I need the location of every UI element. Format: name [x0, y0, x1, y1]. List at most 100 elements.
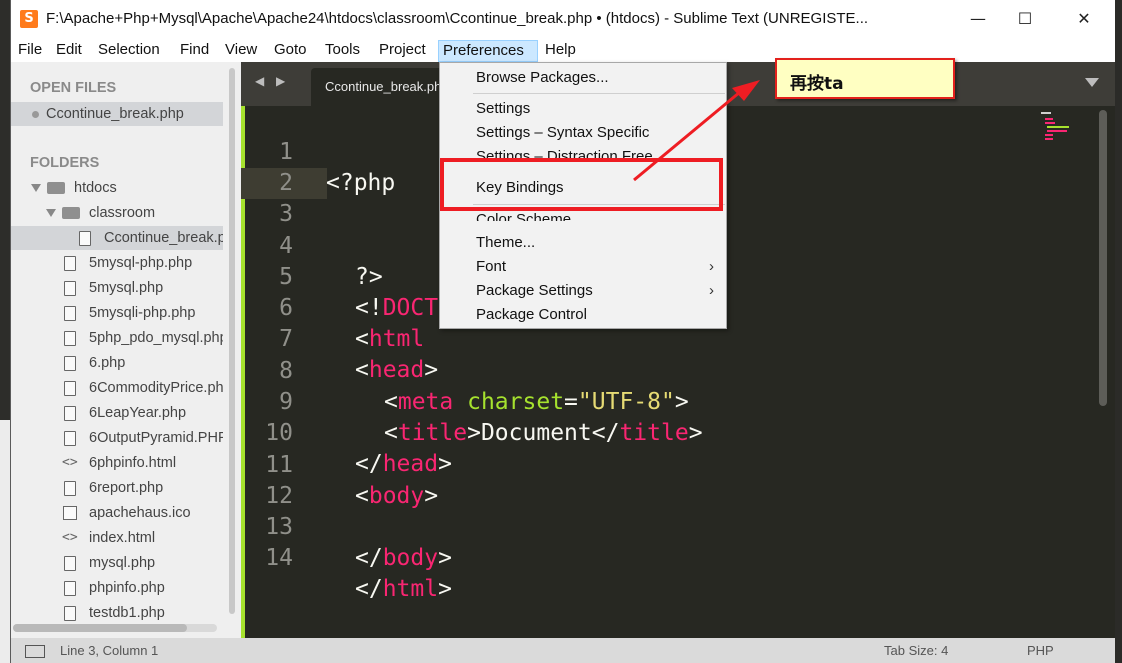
menu-item-font[interactable]: Font [476, 255, 506, 279]
menu-item-browse-packages[interactable]: Browse Packages... [476, 66, 609, 90]
sidebar-horizontal-scrollbar[interactable] [13, 624, 217, 632]
file-label: 5mysqli-php.php [89, 305, 196, 321]
menu-item-package-settings[interactable]: Package Settings [476, 279, 593, 303]
submenu-arrow-icon: › [709, 282, 714, 299]
syntax-mode[interactable]: PHP [1027, 643, 1054, 658]
file-item[interactable]: 5mysql.php [11, 276, 223, 300]
file-label: 6.php [89, 355, 126, 371]
open-file-item[interactable]: Ccontinue_break.php [11, 102, 223, 126]
file-label: index.html [89, 530, 156, 546]
file-item[interactable]: 5mysql-php.php [11, 251, 223, 275]
file-label: 5mysql.php [89, 280, 164, 296]
menu-item-settings[interactable]: Settings [476, 97, 530, 121]
menu-edit[interactable]: Edit [52, 40, 86, 62]
minimap-line [1045, 122, 1055, 124]
code-punct: </ [355, 545, 383, 571]
code-line: 13 </body> [241, 481, 1101, 571]
tab-dropdown-icon[interactable] [1085, 78, 1099, 87]
file-item[interactable]: <> index.html [11, 526, 223, 550]
file-item[interactable]: phpinfo.php [11, 576, 223, 600]
folder-classroom[interactable]: classroom [11, 201, 223, 225]
title-bar: S F:\Apache+Php+Mysql\Apache\Apache24\ht… [11, 0, 1115, 38]
code-file-icon: <> [62, 530, 78, 545]
menu-item-theme[interactable]: Theme... [476, 231, 535, 255]
tab-nav-arrows[interactable]: ◀ ▶ [255, 74, 289, 88]
file-item[interactable]: 6.php [11, 351, 223, 375]
file-label: 6report.php [89, 480, 164, 496]
code-punct: </ [355, 576, 383, 602]
code-line: 9 <title>Document</title> [241, 356, 1101, 446]
menu-preferences[interactable]: Preferences [438, 40, 538, 62]
menu-item-settings-syntax-specific[interactable]: Settings – Syntax Specific [476, 121, 649, 145]
folders-heading: FOLDERS [30, 155, 100, 171]
file-icon [64, 381, 76, 396]
file-label: 6OutputPyramid.PHP [89, 430, 223, 446]
file-icon [64, 256, 76, 271]
sidebar: OPEN FILES Ccontinue_break.php FOLDERS h… [11, 62, 241, 638]
panel-toggle-icon[interactable] [25, 645, 45, 658]
tab-size[interactable]: Tab Size: 4 [884, 643, 948, 658]
folder-icon [47, 182, 65, 194]
menu-item-settings-distraction-free[interactable]: Settings – Distraction Free [476, 145, 653, 158]
open-files-heading: OPEN FILES [30, 80, 117, 96]
minimize-button[interactable]: — [965, 6, 991, 32]
window-title: F:\Apache+Php+Mysql\Apache\Apache24\htdo… [46, 10, 869, 27]
folder-htdocs[interactable]: htdocs [11, 176, 223, 200]
minimap[interactable] [1041, 112, 1081, 152]
menu-item-package-control[interactable]: Package Control [476, 303, 587, 327]
file-item[interactable]: mysql.php [11, 551, 223, 575]
close-button[interactable]: ✕ [1071, 6, 1097, 32]
file-icon [64, 481, 76, 496]
file-label: Ccontinue_break.php [104, 230, 223, 246]
sublime-logo-icon: S [20, 10, 38, 28]
code-punct: > [438, 545, 452, 571]
menu-project[interactable]: Project [375, 40, 430, 62]
tab-label: Ccontinue_break.php [325, 79, 449, 94]
status-bar: Line 3, Column 1 Tab Size: 4 PHP [11, 638, 1115, 663]
file-item[interactable]: 5mysqli-php.php [11, 301, 223, 325]
code-line: 8 <meta charset="UTF-8"> [241, 325, 1101, 415]
background-window-panel [0, 420, 10, 663]
minimap-line [1041, 112, 1051, 114]
file-item[interactable]: 6CommodityPrice.php [11, 376, 223, 400]
file-item[interactable]: <> 6phpinfo.html [11, 451, 223, 475]
file-item-selected[interactable]: Ccontinue_break.php [11, 226, 223, 250]
menu-tools[interactable]: Tools [321, 40, 364, 62]
menu-selection[interactable]: Selection [94, 40, 164, 62]
minimap-line [1045, 118, 1053, 120]
file-icon [64, 356, 76, 371]
menu-help[interactable]: Help [541, 40, 580, 62]
code-tag: body [382, 545, 439, 571]
file-icon [64, 581, 76, 596]
sidebar-vertical-scrollbar[interactable] [229, 68, 235, 614]
file-item[interactable]: 6LeapYear.php [11, 401, 223, 425]
menu-view[interactable]: View [221, 40, 261, 62]
menu-separator [473, 93, 725, 94]
cursor-position: Line 3, Column 1 [60, 643, 159, 658]
scrollbar-thumb[interactable] [13, 624, 187, 632]
submenu-arrow-icon: › [709, 258, 714, 275]
menu-find[interactable]: Find [176, 40, 213, 62]
file-item[interactable]: 6report.php [11, 476, 223, 500]
file-label: 6CommodityPrice.php [89, 380, 223, 396]
open-file-label: Ccontinue_break.php [46, 106, 184, 122]
file-item[interactable]: testdb1.php [11, 601, 223, 625]
file-label: 6LeapYear.php [89, 405, 187, 421]
minimap-line [1045, 138, 1053, 140]
menu-goto[interactable]: Goto [270, 40, 311, 62]
sublime-window: S F:\Apache+Php+Mysql\Apache\Apache24\ht… [10, 0, 1115, 663]
file-icon [64, 406, 76, 421]
code-line: 14 </html> [241, 512, 1101, 602]
unsaved-dot-icon [32, 111, 39, 118]
editor-scrollbar[interactable] [1099, 110, 1107, 406]
menu-file[interactable]: File [14, 40, 46, 62]
background-window-strip [0, 0, 10, 663]
maximize-button[interactable]: ☐ [1012, 6, 1038, 32]
file-label: 5php_pdo_mysql.php [89, 330, 223, 346]
folder-label: htdocs [74, 180, 117, 196]
file-item[interactable]: 6OutputPyramid.PHP [11, 426, 223, 450]
code-punct: > [438, 576, 452, 602]
file-item[interactable]: 5php_pdo_mysql.php [11, 326, 223, 350]
file-item[interactable]: apachehaus.ico [11, 501, 223, 525]
file-icon [64, 606, 76, 621]
